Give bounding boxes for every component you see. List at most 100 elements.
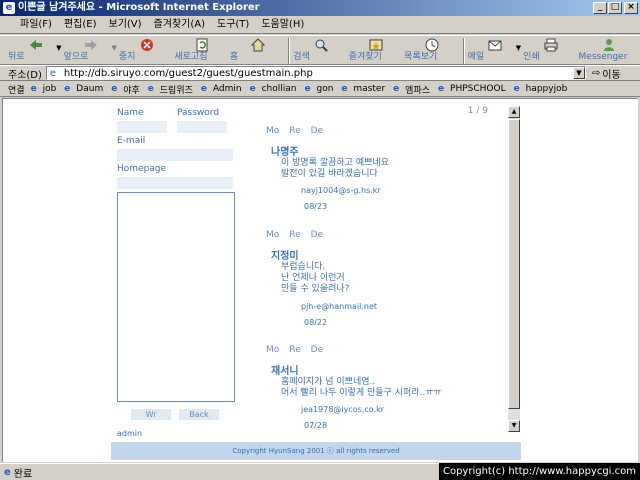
messenger-button[interactable]: Messenger	[579, 36, 640, 66]
menu-bar: 파일(F) 편집(E) 보기(V) 즐겨찾기(A) 도구(T) 도움말(H)	[0, 16, 640, 34]
stop-button[interactable]: 중지	[119, 36, 174, 66]
messenger-icon	[604, 39, 615, 51]
links-bar: 연결 e job e Daum e 야후 e 드림위즈 e Admin e chollian…	[0, 82, 640, 97]
menu-edit[interactable]: 편집(E)	[58, 16, 103, 33]
admin-link[interactable]: admin	[117, 429, 142, 438]
history-button[interactable]: 목록보기	[404, 36, 459, 66]
menu-favorites[interactable]: 즐겨찾기(A)	[148, 16, 211, 33]
guestbook-entry: Mo Re De 지정미 부럽습니다. 난 언제나 이런거 만들 수 있을려나? p…	[266, 230, 506, 340]
menu-file[interactable]: 파일(F)	[14, 16, 58, 33]
link-daum[interactable]: e Daum	[64, 84, 103, 94]
link-dreamwiz[interactable]: e 드림위즈	[148, 83, 193, 96]
delete-link[interactable]: De	[311, 126, 323, 136]
copyright-overlay: Copyright(c) http://www.happycgi.com	[438, 463, 640, 480]
reply-link[interactable]: Re	[289, 345, 300, 355]
delete-link[interactable]: De	[311, 345, 323, 355]
ie-link-icon: e	[111, 84, 118, 94]
chevron-down-icon[interactable]: ▼	[516, 44, 521, 52]
refresh-button[interactable]: 새로고침	[174, 36, 229, 66]
modify-link[interactable]: Mo	[266, 230, 279, 240]
stop-icon	[140, 39, 153, 51]
entry-email[interactable]: nayj1004@s-g.hs.kr	[301, 186, 381, 195]
go-arrow-icon: ⇨	[591, 67, 601, 79]
ie-link-icon: e	[30, 84, 37, 94]
link-admin[interactable]: e Admin	[201, 84, 242, 94]
reply-link[interactable]: Re	[289, 230, 300, 240]
forward-arrow-icon	[85, 40, 98, 50]
link-job[interactable]: e job	[31, 84, 57, 94]
scroll-up-icon[interactable]: ▲	[508, 106, 520, 118]
page-icon: e	[49, 67, 57, 79]
link-empas[interactable]: e 엠파스	[393, 83, 430, 96]
scroll-thumb[interactable]	[508, 119, 520, 409]
address-input[interactable]: e http://db.siruyo.com/guest2/guest/gues…	[45, 66, 586, 80]
menu-view[interactable]: 보기(V)	[103, 16, 148, 33]
back-button-form[interactable]: Back	[179, 409, 219, 420]
favorites-icon	[369, 39, 383, 51]
chevron-down-icon[interactable]: ▼	[56, 44, 61, 52]
toolbar: 뒤로 ▼ 앞으로 ▼ 중지 새로고침 홈 검색 즐겨찾기 목록보기 메일 ▼ 인…	[0, 35, 640, 65]
toolbar-separator	[288, 38, 291, 64]
maximize-button[interactable]: □	[608, 2, 622, 14]
favorites-button[interactable]: 즐겨찾기	[349, 36, 404, 66]
minimize-button[interactable]: _	[593, 2, 607, 14]
write-form: Name Password E-mail Homepage Wr Back ad…	[111, 104, 241, 438]
write-button[interactable]: Wr	[131, 409, 171, 420]
entry-message: 부럽습니다. 난 언제나 이런거 만들 수 있을려나?	[281, 262, 350, 294]
window-title: 이쁜글 남겨주세요 - Microsoft Internet Explorer	[18, 2, 260, 13]
name-label: Name	[117, 108, 144, 118]
link-gon[interactable]: e gon	[304, 84, 333, 94]
ie-link-icon: e	[304, 84, 311, 94]
link-phpschool[interactable]: e PHPSCHOOL	[438, 84, 506, 94]
ie-link-icon: e	[200, 84, 208, 94]
entry-author: 재서니	[271, 366, 299, 377]
scroll-down-icon[interactable]: ▼	[508, 420, 520, 432]
modify-link[interactable]: Mo	[266, 126, 279, 136]
chevron-down-icon[interactable]: ▼	[572, 67, 585, 79]
reply-link[interactable]: Re	[289, 126, 300, 136]
address-url: http://db.siruyo.com/guest2/guest/guestm…	[63, 67, 313, 79]
print-button[interactable]: 인쇄	[523, 36, 578, 66]
toolbar-separator	[462, 38, 465, 64]
entry-email[interactable]: pjh-e@hanmail.net	[301, 302, 377, 311]
homepage-input[interactable]	[117, 177, 233, 189]
mail-button[interactable]: 메일 ▼	[468, 36, 523, 66]
message-textarea[interactable]	[117, 192, 235, 402]
modify-link[interactable]: Mo	[266, 345, 279, 355]
close-button[interactable]: ×	[624, 2, 638, 14]
ie-link-icon: e	[438, 84, 445, 94]
email-input[interactable]	[117, 149, 233, 161]
entry-message: 이 방명록 깔끔하고 예쁘네요 발전이 있길 바라겠습니다	[281, 158, 389, 179]
home-button[interactable]: 홈	[230, 36, 285, 66]
search-icon	[315, 39, 328, 52]
ie-link-icon: e	[249, 84, 256, 94]
entry-actions: Mo Re De	[266, 345, 506, 355]
status-text: e 완료	[4, 466, 33, 480]
name-input[interactable]	[117, 121, 167, 133]
menu-tools[interactable]: 도구(T)	[211, 16, 255, 33]
chevron-down-icon[interactable]: ▼	[112, 44, 117, 52]
page-indicator: 1 / 9	[467, 106, 488, 116]
search-button[interactable]: 검색	[293, 36, 348, 66]
home-icon	[250, 38, 265, 52]
address-bar: 주소(D) e http://db.siruyo.com/guest2/gues…	[0, 65, 640, 81]
link-master[interactable]: e master	[341, 84, 385, 94]
go-button[interactable]: ⇨ 이동	[592, 66, 621, 81]
link-chollian[interactable]: e chollian	[250, 84, 297, 94]
entry-email[interactable]: jea1978@lycos.co.kr	[301, 405, 384, 414]
links-label: 연결	[8, 85, 25, 96]
ie-link-icon: e	[64, 84, 71, 94]
mail-icon	[488, 40, 502, 51]
link-yahoo[interactable]: e 야후	[111, 83, 140, 96]
entry-author: 지정미	[271, 251, 299, 262]
guestbook-footer: Copyright HyunSang 2001 ⓒ all rights res…	[111, 442, 521, 460]
back-button[interactable]: 뒤로 ▼	[8, 36, 63, 66]
forward-button[interactable]: 앞으로 ▼	[63, 36, 118, 66]
delete-link[interactable]: De	[311, 230, 323, 240]
menu-help[interactable]: 도움말(H)	[255, 16, 310, 33]
back-arrow-icon	[29, 40, 42, 50]
entries-scrollbar[interactable]: ▲ ▼	[508, 106, 520, 432]
password-input[interactable]	[177, 121, 227, 133]
guestbook-entries: 1 / 9 Mo Re De 나명주 이 방명록 깔끔하고 예쁘네요 발전이 있길 …	[266, 104, 506, 434]
link-happyjob[interactable]: e happyjob	[514, 84, 568, 94]
